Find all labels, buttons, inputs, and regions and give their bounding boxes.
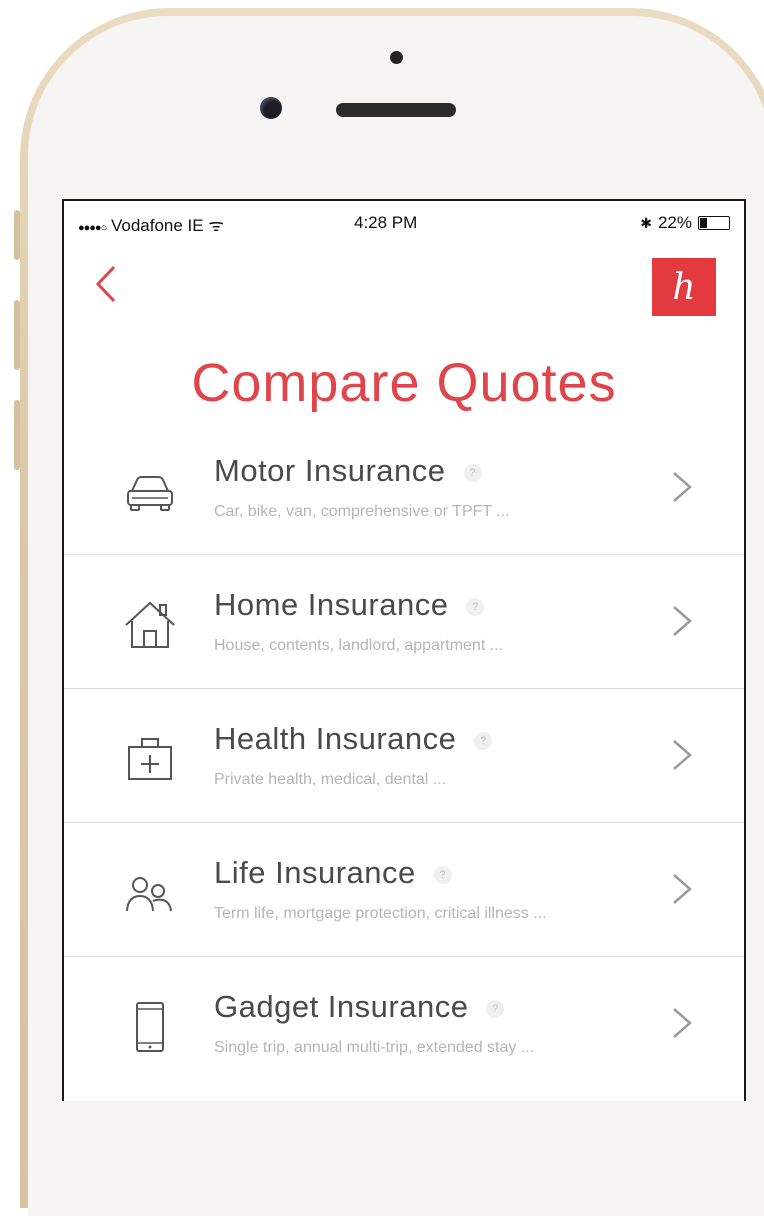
house-icon	[120, 595, 180, 655]
item-title: Health Insurance?	[214, 721, 493, 757]
earpiece-speaker	[336, 103, 456, 117]
item-subtitle: House, contents, landlord, appartment ..…	[214, 637, 504, 654]
item-title: Home Insurance?	[214, 587, 485, 623]
chevron-container	[670, 467, 694, 507]
phone-icon	[120, 997, 180, 1057]
item-title-text: Health Insurance	[214, 721, 457, 756]
page-title: Compare Quotes	[191, 353, 617, 414]
item-title-text: Life Insurance	[214, 855, 416, 890]
info-icon[interactable]: ?	[486, 999, 505, 1018]
medical-kit-icon	[120, 729, 180, 789]
bluetooth-icon: ✱	[640, 214, 652, 231]
carrier-info: ●●●●○ Vodafone IE ᯤ	[78, 213, 224, 236]
insurance-item[interactable]: Life Insurance? Term life, mortgage prote…	[64, 823, 744, 957]
proximity-sensor	[390, 51, 403, 64]
chevron-right-icon	[673, 740, 692, 770]
item-title: Gadget Insurance?	[214, 989, 505, 1025]
status-right: ✱ 22%	[640, 213, 730, 233]
item-title: Motor Insurance?	[214, 453, 482, 489]
insurance-item[interactable]: Motor Insurance? Car, bike, van, comprehe…	[64, 421, 744, 555]
item-subtitle: Term life, mortgage protection, critical…	[214, 905, 547, 922]
insurance-list: Motor Insurance? Car, bike, van, comprehe…	[64, 421, 744, 1090]
insurance-item[interactable]: Home Insurance? House, contents, landlord…	[64, 555, 744, 689]
info-icon[interactable]: ?	[463, 463, 482, 482]
app-screen: ●●●●○ Vodafone IE ᯤ 4:28 PM ✱ 22% h Comp…	[62, 199, 746, 1101]
people-icon	[120, 863, 180, 923]
battery-icon	[698, 216, 730, 230]
front-camera	[260, 97, 282, 119]
chevron-container	[670, 1003, 694, 1043]
brand-logo[interactable]: h	[652, 258, 716, 316]
item-title-text: Home Insurance	[214, 587, 449, 622]
chevron-container	[670, 735, 694, 775]
battery-level	[700, 218, 707, 228]
info-icon[interactable]: ?	[466, 597, 485, 616]
chevron-right-icon	[673, 874, 692, 904]
item-subtitle: Single trip, annual multi-trip, extended…	[214, 1039, 535, 1056]
item-subtitle: Car, bike, van, comprehensive or TPFT ..…	[214, 503, 510, 520]
clock: 4:28 PM	[354, 213, 418, 232]
item-title-text: Motor Insurance	[214, 453, 446, 488]
insurance-item[interactable]: Gadget Insurance? Single trip, annual mul…	[64, 957, 744, 1090]
carrier-name: Vodafone IE	[110, 216, 204, 235]
insurance-item[interactable]: Health Insurance? Private health, medical…	[64, 689, 744, 823]
back-button[interactable]	[92, 261, 122, 307]
chevron-container	[670, 869, 694, 909]
car-icon	[120, 461, 180, 521]
item-title-text: Gadget Insurance	[214, 989, 469, 1024]
battery-percent: 22%	[657, 213, 692, 232]
wifi-icon: ᯤ	[208, 216, 224, 235]
chevron-left-icon	[95, 265, 116, 303]
item-title: Life Insurance?	[214, 855, 452, 891]
mute-switch	[14, 210, 20, 260]
chevron-right-icon	[673, 472, 692, 502]
status-bar: ●●●●○ Vodafone IE ᯤ 4:28 PM ✱ 22%	[64, 201, 744, 243]
chevron-container	[670, 601, 694, 641]
info-icon[interactable]: ?	[474, 731, 493, 750]
logo-letter: h	[672, 266, 696, 308]
volume-up-button	[14, 300, 20, 370]
info-icon[interactable]: ?	[433, 865, 452, 884]
chevron-right-icon	[673, 606, 692, 636]
signal-strength-icon: ●●●●○	[78, 222, 107, 234]
item-subtitle: Private health, medical, dental ...	[214, 771, 447, 788]
volume-down-button	[14, 400, 20, 470]
chevron-right-icon	[673, 1008, 692, 1038]
